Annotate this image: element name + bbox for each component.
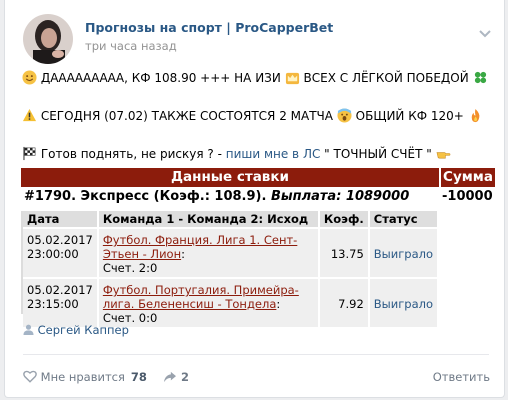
bet-summary-text: #1790. Экспресс (Коэф.: 108.9). (24, 189, 271, 204)
like-label: Мне нравится (40, 370, 125, 384)
share-icon (164, 371, 176, 383)
row-match: Футбол. Франция. Лига 1. Сент-Этьен - Ли… (97, 227, 320, 278)
bet-card[interactable]: Данные ставки Сумма #1790. Экспресс (Коэ… (21, 168, 495, 327)
post-author[interactable]: Сергей Каппер (23, 323, 129, 337)
table-row: 05.02.2017 23:15:00 Футбол. Португалия. … (23, 277, 440, 327)
reply-button[interactable]: Ответить (433, 370, 490, 384)
row-coef: 7.92 (318, 277, 370, 327)
post-text-2a: СЕГОДНЯ (07.02) ТАКЖЕ СОСТОЯТСЯ 2 МАТЧА (40, 109, 333, 123)
col-match: Команда 1 - Команда 2: Исход (97, 211, 320, 228)
post-text-line-3: Готов поднять, не рискуя ? - пиши мне в … (22, 146, 451, 161)
table-header-row: Дата Команда 1 - Команда 2: Исход Коэф. … (23, 211, 440, 228)
match-link[interactable]: Футбол. Франция. Лига 1. Сент-Этьен - Ли… (103, 233, 297, 261)
sum-header: Сумма (441, 168, 495, 187)
heart-icon (23, 370, 37, 383)
dm-link[interactable]: пиши мне в ЛС (226, 147, 321, 161)
post-text-3b: " ТОЧНЫЙ СЧЁТ " (320, 147, 432, 161)
bet-payout: Выплата: 1089000 (270, 189, 410, 204)
warning-icon (22, 108, 37, 122)
fire-icon (471, 108, 480, 123)
post-card: Прогнозы на спорт | ProCapperBet три час… (4, 0, 505, 398)
row-match: Футбол. Португалия. Примейра-лига. Белен… (97, 277, 320, 327)
page-title[interactable]: Прогнозы на спорт | ProCapperBet (85, 20, 333, 35)
row-date: 05.02.2017 23:00:00 (23, 227, 99, 278)
col-status: Статус (368, 211, 440, 228)
bet-summary: #1790. Экспресс (Коэф.: 108.9). Выплата:… (24, 189, 409, 204)
checkered-flag-icon (23, 146, 36, 161)
like-count: 78 (130, 370, 147, 384)
post-text-3a: Готов поднять, не рискуя ? - (40, 147, 226, 161)
author-name[interactable]: Сергей Каппер (38, 323, 129, 337)
scream-icon (337, 108, 352, 123)
avatar[interactable] (23, 14, 73, 64)
bet-table: Дата Команда 1 - Команда 2: Исход Коэф. … (23, 211, 440, 327)
match-score: Счет. 2:0 (102, 261, 158, 275)
crown-icon (285, 72, 299, 85)
row-coef: 13.75 (318, 227, 370, 278)
divider (23, 354, 489, 355)
row-date: 05.02.2017 23:15:00 (23, 277, 99, 327)
person-icon (23, 324, 34, 335)
col-coef: Коэф. (318, 211, 370, 228)
match-link[interactable]: Футбол. Португалия. Примейра-лига. Белен… (103, 283, 299, 311)
post-text-1b: ВСЕХ С ЛЁГКОЙ ПОБЕДОЙ (303, 71, 469, 85)
post-text-line-2: СЕГОДНЯ (07.02) ТАКЖЕ СОСТОЯТСЯ 2 МАТЧА … (22, 108, 483, 123)
row-status: Выиграло (368, 277, 440, 327)
smile-icon (22, 70, 37, 85)
bet-table-wrap: Дата Команда 1 - Команда 2: Исход Коэф. … (21, 211, 440, 327)
post-text-1a: ДААААААААА, КФ 108.90 +++ НА ИЗИ (40, 71, 281, 85)
post-time[interactable]: три часа назад (85, 39, 177, 53)
clover-icon (474, 71, 486, 84)
like-button[interactable]: Мне нравится 78 (23, 370, 147, 384)
post-text-2b: ОБЩИЙ КФ 120+ (355, 109, 464, 123)
post-text-line-1: ДААААААААА, КФ 108.90 +++ НА ИЗИ ВСЕХ С … (22, 70, 488, 85)
col-date: Дата (23, 211, 99, 228)
bet-sum: -10000 (442, 189, 493, 204)
more-icon[interactable] (478, 24, 492, 43)
pointing-hand-icon (436, 152, 450, 159)
row-status: Выиграло (368, 227, 440, 278)
table-row: 05.02.2017 23:00:00 Футбол. Франция. Лиг… (23, 227, 440, 278)
share-button[interactable]: 2 (163, 370, 189, 384)
share-count: 2 (181, 370, 190, 384)
bet-header: Данные ставки (21, 168, 439, 187)
